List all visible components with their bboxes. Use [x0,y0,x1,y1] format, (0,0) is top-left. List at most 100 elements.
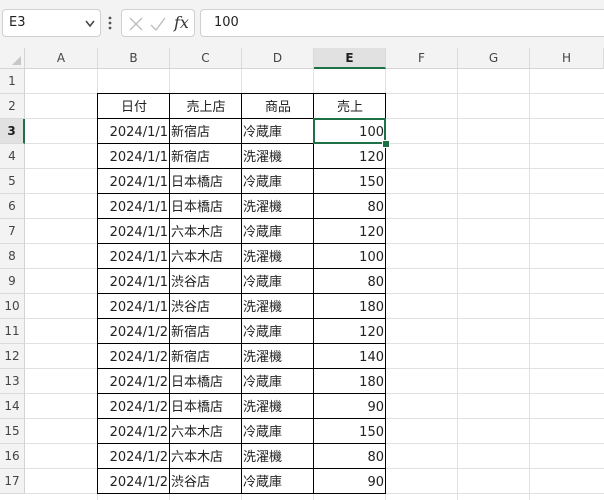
table-header-cell[interactable]: 売上 [314,94,386,119]
column-header-c[interactable]: C [170,48,242,69]
table-cell[interactable]: 2024/1/2 [98,419,170,444]
table-cell[interactable]: 六本木店 [170,419,242,444]
row-header-10[interactable]: 10 [0,294,25,319]
table-cell[interactable]: 150 [314,419,386,444]
column-header-h[interactable]: H [530,48,604,69]
row-header-12[interactable]: 12 [0,344,25,369]
table-cell[interactable]: 冷蔵庫 [242,469,314,494]
table-cell[interactable]: 90 [314,469,386,494]
row-header-1[interactable]: 1 [0,69,25,94]
row-header-15[interactable]: 15 [0,419,25,444]
chevron-down-icon[interactable] [84,19,96,29]
row-header-2[interactable]: 2 [0,94,25,119]
row-header-7[interactable]: 7 [0,219,25,244]
active-cell-selection[interactable] [313,118,386,144]
table-cell[interactable]: 日本橋店 [170,369,242,394]
table-cell[interactable]: 2024/1/2 [98,444,170,469]
table-cell[interactable]: 冷蔵庫 [242,269,314,294]
table-header-cell[interactable]: 売上店 [170,94,242,119]
column-header-a[interactable]: A [25,48,98,69]
table-cell[interactable]: 渋谷店 [170,294,242,319]
table-cell[interactable]: 冷蔵庫 [242,319,314,344]
fill-handle[interactable] [382,140,390,148]
table-cell[interactable]: 2024/1/1 [98,294,170,319]
formula-value[interactable]: 100 [214,15,239,30]
name-box-value[interactable]: E3 [9,15,26,30]
table-cell[interactable]: 渋谷店 [170,469,242,494]
table-cell[interactable]: 冷蔵庫 [242,219,314,244]
table-cell[interactable]: 2024/1/2 [98,344,170,369]
table-cell[interactable]: 日本橋店 [170,394,242,419]
table-cell[interactable]: 2024/1/1 [98,144,170,169]
table-cell[interactable]: 180 [314,369,386,394]
table-cell[interactable]: 180 [314,294,386,319]
row-header-5[interactable]: 5 [0,169,25,194]
table-cell[interactable]: 80 [314,194,386,219]
table-cell[interactable]: 冷蔵庫 [242,369,314,394]
row-header-17[interactable]: 17 [0,469,25,494]
table-header-cell[interactable]: 日付 [98,94,170,119]
column-header-g[interactable]: G [458,48,530,69]
name-box[interactable]: E3 [2,9,101,37]
table-cell[interactable]: 冷蔵庫 [242,119,314,144]
table-cell[interactable]: 2024/1/1 [98,119,170,144]
table-cell[interactable]: 渋谷店 [170,269,242,294]
table-cell[interactable]: 2024/1/1 [98,194,170,219]
formula-input[interactable]: 100 [200,9,604,37]
select-all-triangle-icon[interactable] [12,56,21,65]
row-header-9[interactable]: 9 [0,269,25,294]
table-cell[interactable]: 新宿店 [170,144,242,169]
select-all-corner[interactable] [0,48,25,69]
table-cell[interactable]: 120 [314,144,386,169]
table-cell[interactable]: 六本木店 [170,244,242,269]
row-header-11[interactable]: 11 [0,319,25,344]
table-cell[interactable]: 洗濯機 [242,394,314,419]
column-header-f[interactable]: F [386,48,458,69]
table-cell[interactable]: 90 [314,394,386,419]
column-header-e[interactable]: E [314,48,386,69]
table-cell[interactable]: 六本木店 [170,444,242,469]
column-header-d[interactable]: D [242,48,314,69]
table-cell[interactable]: 80 [314,444,386,469]
table-cell[interactable]: 洗濯機 [242,144,314,169]
cancel-icon[interactable] [128,16,144,32]
table-cell[interactable]: 日本橋店 [170,169,242,194]
table-cell[interactable]: 冷蔵庫 [242,419,314,444]
table-cell[interactable]: 洗濯機 [242,344,314,369]
table-cell[interactable]: 2024/1/2 [98,469,170,494]
row-header-13[interactable]: 13 [0,369,25,394]
table-cell[interactable]: 洗濯機 [242,444,314,469]
table-cell[interactable]: 冷蔵庫 [242,169,314,194]
table-cell[interactable]: 2024/1/2 [98,394,170,419]
table-cell[interactable]: 洗濯機 [242,294,314,319]
row-header-8[interactable]: 8 [0,244,25,269]
row-header-3[interactable]: 3 [0,119,25,144]
table-cell[interactable]: 140 [314,344,386,369]
row-header-6[interactable]: 6 [0,194,25,219]
table-cell[interactable]: 100 [314,244,386,269]
table-cell[interactable]: 六本木店 [170,219,242,244]
table-cell[interactable]: 150 [314,169,386,194]
table-cell[interactable]: 120 [314,219,386,244]
table-cell[interactable]: 2024/1/1 [98,169,170,194]
table-header-cell[interactable]: 商品 [242,94,314,119]
column-header-b[interactable]: B [98,48,170,69]
table-cell[interactable]: 80 [314,269,386,294]
table-cell[interactable]: 120 [314,319,386,344]
table-cell[interactable]: 2024/1/2 [98,319,170,344]
row-header-14[interactable]: 14 [0,394,25,419]
table-cell[interactable]: 新宿店 [170,119,242,144]
table-cell[interactable]: 2024/1/1 [98,244,170,269]
row-header-4[interactable]: 4 [0,144,25,169]
table-cell[interactable]: 2024/1/1 [98,269,170,294]
table-cell[interactable]: 新宿店 [170,319,242,344]
insert-function-icon[interactable]: fx [174,13,189,32]
table-cell[interactable]: 洗濯機 [242,244,314,269]
table-cell[interactable]: 日本橋店 [170,194,242,219]
table-cell[interactable]: 洗濯機 [242,194,314,219]
more-options-icon[interactable] [107,13,113,33]
table-cell[interactable]: 2024/1/1 [98,219,170,244]
row-header-16[interactable]: 16 [0,444,25,469]
enter-check-icon[interactable] [150,16,166,32]
table-cell[interactable]: 2024/1/2 [98,369,170,394]
